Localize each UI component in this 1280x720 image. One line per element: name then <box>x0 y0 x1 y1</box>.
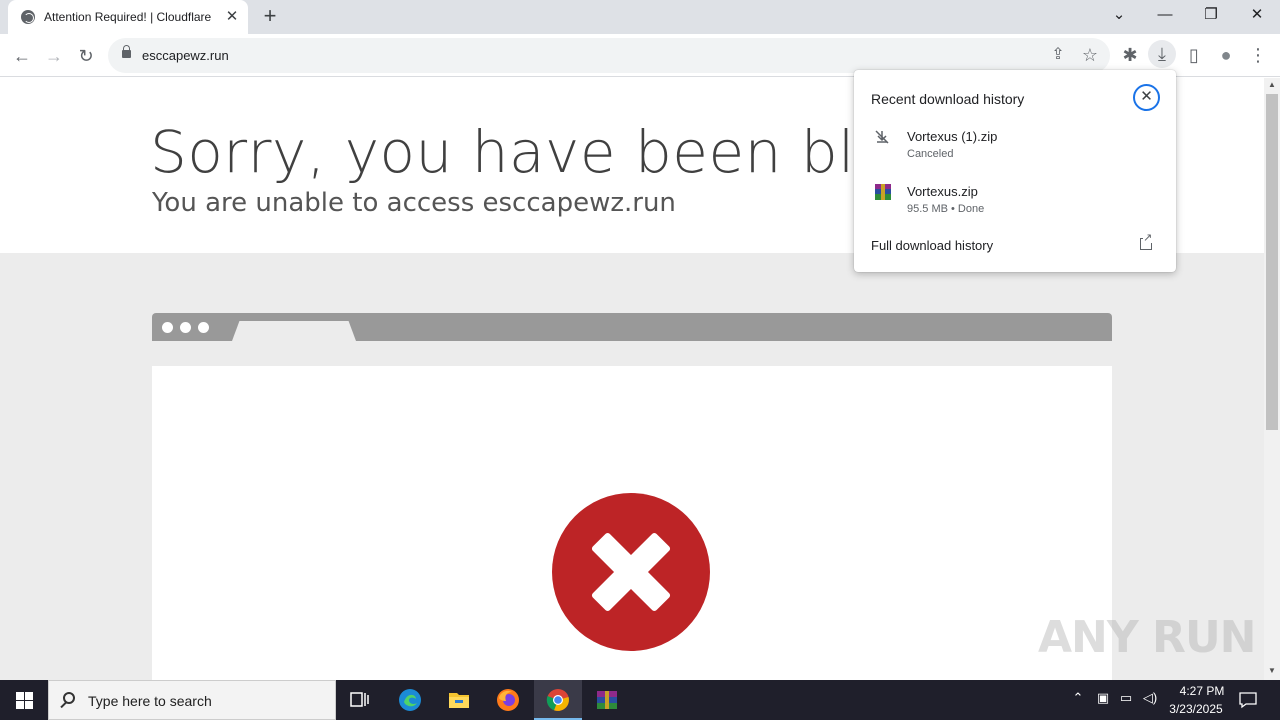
clock-date[interactable]: 3/23/2025 <box>1166 702 1226 716</box>
winrar-icon <box>597 691 617 709</box>
chrome-icon <box>546 689 569 711</box>
address-bar[interactable]: esccapewz.run <box>108 38 1110 73</box>
taskbar-file-explorer[interactable] <box>435 680 483 720</box>
downloads-bubble: Recent download history ✕ Vortexus (1).z… <box>854 70 1176 272</box>
edge-icon <box>399 689 421 711</box>
tab-title: Attention Required! | Cloudflare <box>44 10 212 24</box>
folder-icon <box>449 693 469 708</box>
close-window-button[interactable]: ✕ <box>1234 0 1280 32</box>
windows-taskbar: Type here to search ⌃ ▣ ▭ ◁) 4:27 PM 3/2… <box>0 680 1280 720</box>
profile-avatar-icon[interactable]: ● <box>1212 41 1240 69</box>
anyrun-watermark: ANY RUN <box>1038 612 1256 663</box>
tab-strip: Attention Required! | Cloudflare ✕ + ⌄ —… <box>0 0 1280 34</box>
globe-icon <box>21 10 35 24</box>
full-download-history-link[interactable]: Full download history <box>871 238 993 253</box>
windows-logo-icon <box>16 701 24 709</box>
new-tab-button[interactable]: + <box>258 5 282 29</box>
task-view-button[interactable] <box>336 680 384 720</box>
illustration-dot <box>180 322 191 333</box>
bookmark-star-icon[interactable]: ☆ <box>1076 41 1104 69</box>
download-item-status: Canceled <box>907 148 954 160</box>
canceled-download-icon <box>875 130 889 144</box>
error-x-icon <box>552 493 710 651</box>
downloads-close-button[interactable]: ✕ <box>1133 84 1160 111</box>
tab-search-button[interactable]: ⌄ <box>1096 0 1142 32</box>
winrar-archive-icon <box>875 184 891 200</box>
restore-button[interactable]: ❐ <box>1188 0 1234 32</box>
windows-logo-icon <box>16 692 24 700</box>
illustration-dot <box>198 322 209 333</box>
tab-close-icon[interactable]: ✕ <box>222 7 242 27</box>
scroll-thumb[interactable] <box>1266 94 1278 430</box>
firefox-icon <box>497 689 519 711</box>
task-view-icon <box>350 692 369 707</box>
download-item-name: Vortexus.zip <box>907 184 978 199</box>
scroll-up-arrow-icon[interactable]: ▲ <box>1264 78 1280 92</box>
taskbar-firefox[interactable] <box>484 680 532 720</box>
download-item-name: Vortexus (1).zip <box>907 129 998 144</box>
page-scrollbar[interactable]: ▲ ▼ <box>1264 78 1280 680</box>
windows-logo-icon <box>25 692 33 700</box>
page-subtitle: You are unable to access esccapewz.run <box>152 188 676 218</box>
external-link-icon[interactable] <box>1140 233 1153 250</box>
network-icon[interactable]: ▭ <box>1116 690 1136 706</box>
share-icon[interactable]: ⇪ <box>1044 41 1072 69</box>
download-item[interactable]: Vortexus.zip 95.5 MB • Done <box>854 179 1176 223</box>
download-item-status: 95.5 MB • Done <box>907 203 985 215</box>
windows-logo-icon <box>25 701 33 709</box>
taskbar-chrome[interactable] <box>534 680 582 720</box>
search-placeholder: Type here to search <box>88 693 212 709</box>
lock-icon[interactable] <box>122 45 131 58</box>
tab-cloudflare[interactable]: Attention Required! | Cloudflare ✕ <box>8 0 248 34</box>
downloads-button[interactable]: ⤓ <box>1148 40 1176 68</box>
reload-button[interactable]: ↻ <box>72 42 100 70</box>
extensions-icon[interactable]: ✱ <box>1116 41 1144 69</box>
back-button[interactable]: ← <box>8 42 36 70</box>
tray-device-icon[interactable]: ▣ <box>1093 690 1113 706</box>
search-icon <box>63 692 75 704</box>
forward-button[interactable]: → <box>40 42 68 70</box>
download-icon: ⤓ <box>1158 44 1166 64</box>
download-item[interactable]: Vortexus (1).zip Canceled <box>854 124 1176 168</box>
menu-kebab-icon[interactable]: ⋮ <box>1244 41 1272 69</box>
minimize-button[interactable]: — <box>1142 0 1188 32</box>
start-button[interactable] <box>0 680 48 720</box>
downloads-title: Recent download history <box>871 91 1025 107</box>
illustration-dot <box>162 322 173 333</box>
side-panel-icon[interactable]: ▯ <box>1180 41 1208 69</box>
taskbar-edge[interactable] <box>386 680 434 720</box>
tray-chevron-icon[interactable]: ⌃ <box>1068 690 1088 706</box>
clock-time[interactable]: 4:27 PM <box>1172 684 1232 698</box>
url-text[interactable]: esccapewz.run <box>142 48 229 63</box>
scroll-down-arrow-icon[interactable]: ▼ <box>1264 664 1280 678</box>
notification-icon[interactable] <box>1238 690 1258 710</box>
taskbar-search-box[interactable]: Type here to search <box>48 680 336 720</box>
illustration-tab <box>232 321 356 341</box>
volume-icon[interactable]: ◁) <box>1140 690 1160 706</box>
taskbar-winrar[interactable] <box>583 680 631 720</box>
